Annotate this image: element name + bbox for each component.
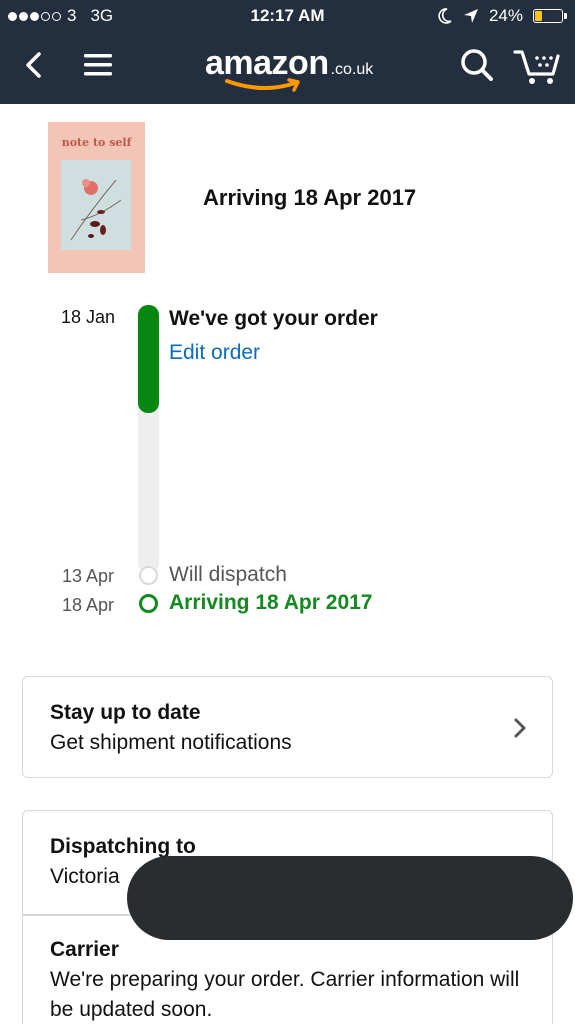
- book-cover-title: note to self: [61, 136, 132, 149]
- shipment-notifications-card[interactable]: Stay up to date Get shipment notificatio…: [22, 676, 553, 778]
- recipient-name: Victoria: [50, 865, 120, 888]
- product-image[interactable]: note to self: [48, 122, 145, 273]
- timeline-arrive-date: 18 Apr: [62, 595, 115, 615]
- timeline-arrive-label: Arriving 18 Apr 2017: [169, 591, 373, 614]
- arrival-heading: Arriving 18 Apr 2017: [203, 185, 417, 210]
- menu-button[interactable]: [80, 46, 118, 84]
- status-right: 24%: [437, 6, 567, 26]
- location-arrow-icon: [463, 9, 478, 23]
- redaction-overlay: [127, 856, 573, 940]
- edit-order-link[interactable]: Edit order: [169, 341, 260, 365]
- cart-icon: [513, 50, 560, 84]
- timeline-ordered-date: 18 Jan: [61, 307, 116, 327]
- chevron-left-icon: [26, 52, 41, 78]
- nav-row: amazon .co.uk: [0, 38, 575, 94]
- battery-fill: [535, 11, 542, 21]
- timeline-dispatch-label: Will dispatch: [169, 563, 287, 586]
- search-icon: [461, 49, 493, 81]
- logo-suffix: .co.uk: [330, 61, 374, 78]
- cart-button[interactable]: [512, 44, 562, 86]
- amazon-logo[interactable]: amazon .co.uk: [205, 44, 380, 94]
- timeline-progress-bar: [138, 305, 159, 413]
- timeline-ordered-title: We've got your order: [169, 307, 378, 330]
- hamburger-icon: [84, 54, 112, 76]
- back-button[interactable]: [16, 46, 54, 84]
- carrier-title: Carrier: [50, 938, 119, 961]
- notifications-title: Stay up to date: [50, 701, 201, 724]
- book-cover-photo: [61, 160, 131, 250]
- chevron-right-icon: [514, 718, 526, 738]
- moon-icon: [438, 8, 452, 24]
- amazon-smile-icon: [225, 78, 300, 92]
- timeline-arrive-node: [139, 594, 158, 613]
- logo-text: amazon: [205, 44, 329, 82]
- flower-illustration: [70, 179, 122, 241]
- status-bar: 3 3G 12:17 AM 24%: [0, 0, 575, 32]
- notifications-text: Get shipment notifications: [50, 731, 292, 754]
- battery-percent: 24%: [488, 6, 523, 25]
- timeline-dispatch-node: [139, 566, 158, 585]
- carrier-text: We're preparing your order. Carrier info…: [50, 968, 520, 1021]
- timeline-dispatch-date: 13 Apr: [62, 566, 115, 586]
- search-button[interactable]: [458, 46, 496, 84]
- battery-icon: [533, 9, 567, 23]
- app-header: 3 3G 12:17 AM 24% amazon .co.uk: [0, 0, 575, 104]
